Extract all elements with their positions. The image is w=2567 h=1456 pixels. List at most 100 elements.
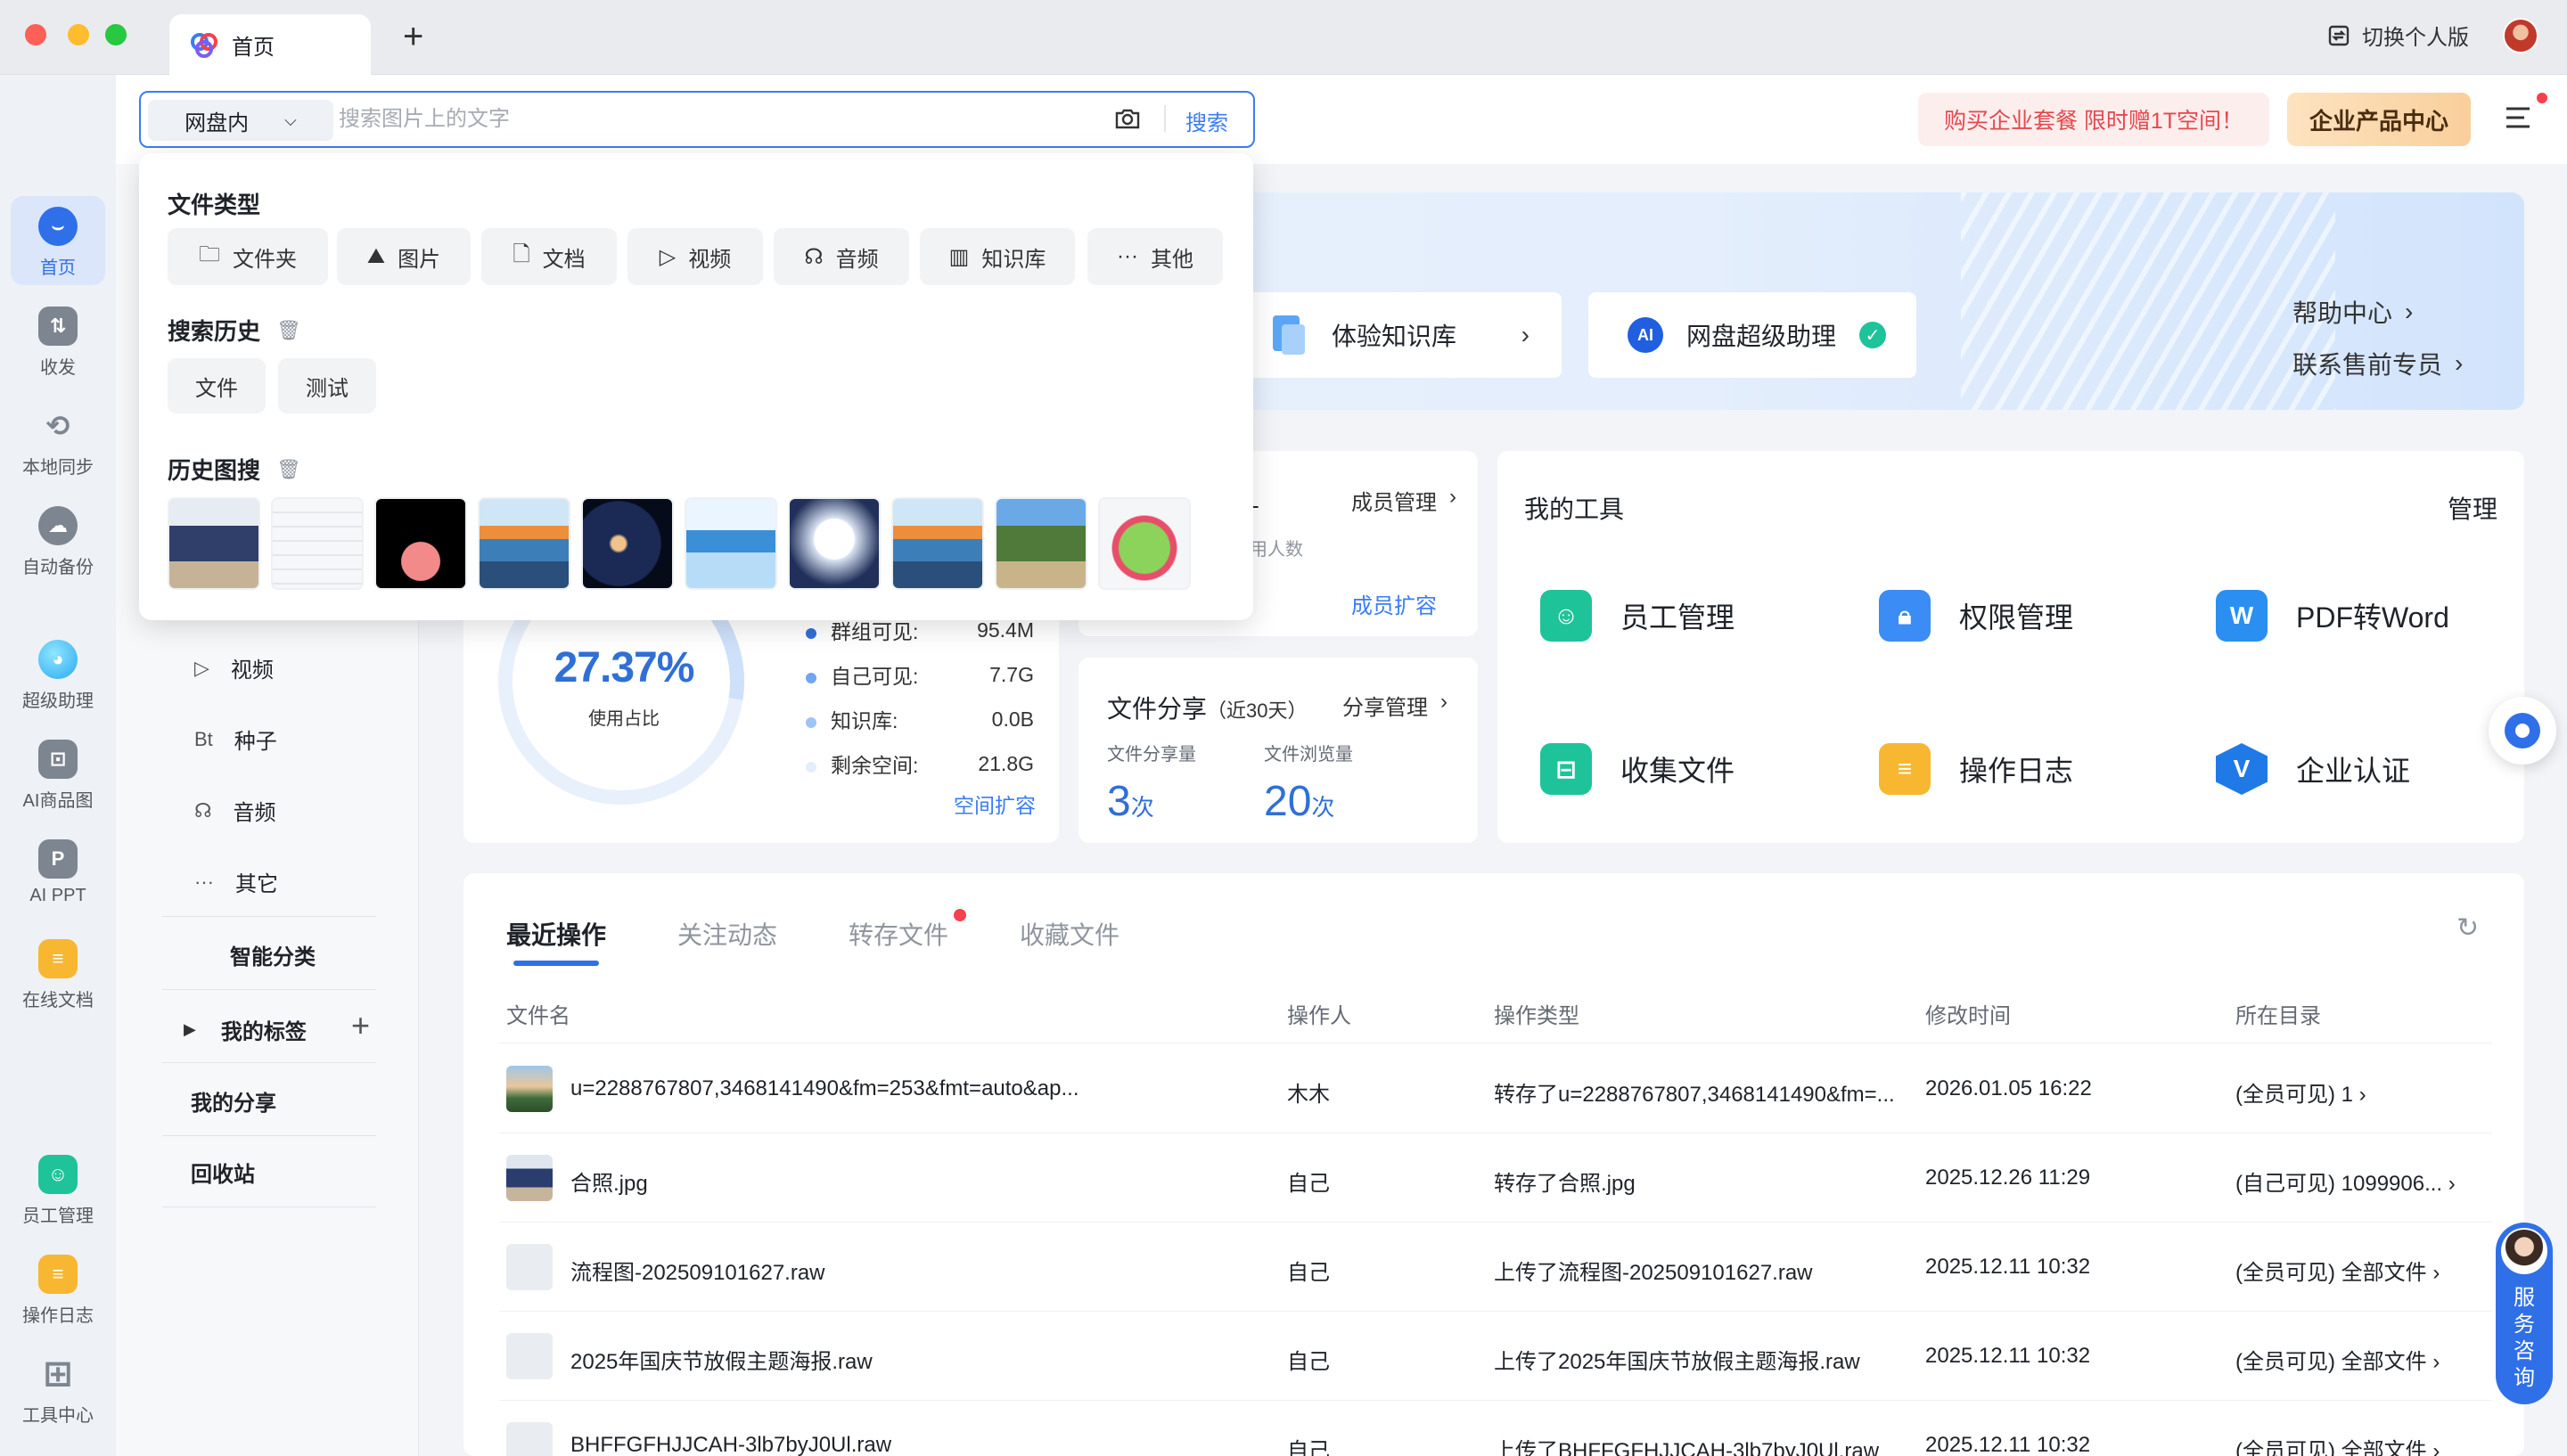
history-image-thumbnail[interactable] bbox=[168, 497, 260, 590]
search-button[interactable]: 搜索 bbox=[1185, 105, 1228, 136]
history-chip[interactable]: 测试 bbox=[278, 358, 376, 413]
unit: 次 bbox=[1311, 794, 1335, 821]
knowledge-base-card[interactable]: 体验知识库 › bbox=[1212, 292, 1562, 378]
filter-image[interactable]: ⛰︎ 图片 bbox=[337, 228, 471, 285]
rail-item-auto-backup[interactable]: ☁ 自动备份 bbox=[0, 506, 116, 578]
legend-dot bbox=[806, 628, 816, 639]
tab-saved-files[interactable]: 转存文件 bbox=[849, 916, 948, 952]
directory-link[interactable]: (自己可见) 1099906... › bbox=[2235, 1166, 2485, 1197]
contact-sales-link[interactable]: 联系售前专员 › bbox=[2292, 346, 2463, 381]
rail-item-local-sync[interactable]: ⟲ 本地同步 bbox=[0, 406, 116, 479]
history-image-thumbnail[interactable] bbox=[1098, 497, 1191, 590]
directory-link[interactable]: (全员可见) 全部文件 › bbox=[2235, 1344, 2485, 1375]
directory-link[interactable]: (全员可见) 全部文件 › bbox=[2235, 1433, 2485, 1456]
rail-item-home[interactable]: ⌣ 首页 bbox=[0, 207, 116, 279]
rail-label: 收发 bbox=[40, 358, 76, 378]
service-consult-button[interactable]: 服务咨询 bbox=[2496, 1223, 2553, 1404]
rail-item-staff[interactable]: ☺ 员工管理 bbox=[0, 1155, 116, 1227]
sidebar-item-other[interactable]: ··· 其它 bbox=[194, 866, 278, 897]
unread-dot bbox=[954, 909, 966, 921]
super-assistant-card[interactable]: AI 网盘超级助理 ✓ bbox=[1588, 292, 1916, 378]
member-manage-link[interactable]: 成员管理 › bbox=[1351, 485, 1456, 516]
filter-knowledge-base[interactable]: ▥ 知识库 bbox=[920, 228, 1075, 285]
filter-folder[interactable]: 🗀︎ 文件夹 bbox=[168, 228, 328, 285]
staff-icon: ☺ bbox=[38, 1155, 78, 1194]
floating-assistant-button[interactable] bbox=[2489, 697, 2556, 765]
rail-item-ai-product-image[interactable]: ⊡ AI商品图 bbox=[0, 740, 116, 812]
tool-collect-files[interactable]: ⊟ 收集文件 bbox=[1540, 743, 1735, 795]
rail-item-transfer[interactable]: ⇅ 收发 bbox=[0, 307, 116, 379]
camera-icon[interactable] bbox=[1114, 107, 1141, 130]
history-image-thumbnail[interactable] bbox=[891, 497, 984, 590]
share-manage-link[interactable]: 分享管理 › bbox=[1342, 690, 1448, 721]
help-center-link[interactable]: 帮助中心 › bbox=[2292, 294, 2413, 330]
modified-time: 2025.12.26 11:29 bbox=[1925, 1166, 2091, 1190]
rail-item-tool-center[interactable]: ⊞ 工具中心 bbox=[0, 1354, 116, 1427]
document-icon: 🗋︎ bbox=[513, 241, 530, 266]
file-name[interactable]: BHFFGFHJJCAH-3lb7byJ0Ul.raw bbox=[570, 1433, 1248, 1456]
rail-item-log[interactable]: ≡ 操作日志 bbox=[0, 1255, 116, 1327]
tool-enterprise-auth[interactable]: V 企业认证 bbox=[2216, 743, 2410, 795]
filter-audio[interactable]: ☊ 音频 bbox=[774, 228, 909, 285]
sidebar-smart-category[interactable]: 智能分类 bbox=[230, 939, 316, 970]
tab-home[interactable]: 首页 bbox=[169, 14, 371, 75]
minimize-window-button[interactable] bbox=[68, 24, 89, 45]
tab-follow-updates[interactable]: 关注动态 bbox=[677, 916, 777, 952]
trash-icon[interactable]: 🗑︎ bbox=[276, 319, 301, 342]
sidebar-recycle-bin[interactable]: 回收站 bbox=[191, 1157, 255, 1188]
member-expand-link[interactable]: 成员扩容 bbox=[1351, 588, 1437, 619]
sidebar-item-audio[interactable]: ☊ 音频 bbox=[194, 795, 276, 826]
history-image-thumbnail[interactable] bbox=[374, 497, 467, 590]
tool-staff-management[interactable]: ☺ 员工管理 bbox=[1540, 590, 1735, 642]
expand-space-link[interactable]: 空间扩容 bbox=[954, 789, 1036, 819]
user-avatar[interactable] bbox=[2503, 18, 2538, 53]
history-image-thumbnail[interactable] bbox=[581, 497, 674, 590]
file-name[interactable]: 合照.jpg bbox=[570, 1166, 1248, 1197]
rail-item-ai-ppt[interactable]: P AI PPT bbox=[0, 839, 116, 906]
trash-icon[interactable]: 🗑︎ bbox=[276, 458, 301, 481]
history-image-thumbnail[interactable] bbox=[685, 497, 777, 590]
chevron-right-icon: › bbox=[1521, 321, 1530, 348]
maximize-window-button[interactable] bbox=[105, 24, 127, 45]
shopping-bag-icon: ⊡ bbox=[38, 740, 78, 779]
directory-link[interactable]: (全员可见) 1 › bbox=[2235, 1076, 2485, 1108]
sidebar-my-share[interactable]: 我的分享 bbox=[191, 1085, 276, 1117]
close-window-button[interactable] bbox=[25, 24, 46, 45]
promo-banner[interactable]: 购买企业套餐 限时赠1T空间！ bbox=[1918, 93, 2269, 146]
directory-link[interactable]: (全员可见) 全部文件 › bbox=[2235, 1255, 2485, 1286]
rail-item-online-doc[interactable]: ≡ 在线文档 bbox=[0, 939, 116, 1011]
sidebar-item-video[interactable]: ▷ 视频 bbox=[194, 652, 274, 683]
history-chip[interactable]: 文件 bbox=[168, 358, 266, 413]
tool-operation-log[interactable]: ≡ 操作日志 bbox=[1879, 743, 2073, 795]
action-type: 上传了流程图-202509101627.raw bbox=[1494, 1261, 1813, 1285]
tab-favorite-files[interactable]: 收藏文件 bbox=[1020, 916, 1119, 952]
add-tag-button[interactable]: + bbox=[351, 1007, 370, 1044]
share-count-label: 文件分享量 bbox=[1107, 745, 1196, 765]
sidebar-my-tags[interactable]: ▶ 我的标签 bbox=[184, 1014, 307, 1045]
history-image-thumbnail[interactable] bbox=[788, 497, 881, 590]
switch-personal-button[interactable]: 切换个人版 bbox=[2326, 20, 2469, 51]
legend-value: 7.7G bbox=[989, 662, 1034, 686]
search-input[interactable] bbox=[339, 96, 1087, 143]
sidebar-item-torrent[interactable]: Bt 种子 bbox=[194, 724, 277, 755]
history-image-thumbnail[interactable] bbox=[271, 497, 364, 590]
new-tab-button[interactable]: + bbox=[403, 16, 423, 57]
tools-manage-button[interactable]: 管理 bbox=[2448, 490, 2497, 526]
filter-document[interactable]: 🗋︎ 文档 bbox=[481, 228, 617, 285]
tab-recent-operations[interactable]: 最近操作 bbox=[506, 916, 606, 952]
file-name[interactable]: 2025年国庆节放假主题海报.raw bbox=[570, 1344, 1248, 1375]
enterprise-center-button[interactable]: 企业产品中心 bbox=[2287, 93, 2471, 146]
tool-permission-management[interactable]: 🔒︎ 权限管理 bbox=[1879, 590, 2073, 642]
filter-other[interactable]: ··· 其他 bbox=[1087, 228, 1223, 285]
file-name[interactable]: 流程图-202509101627.raw bbox=[570, 1255, 1248, 1286]
rail-item-super-assistant[interactable]: ◕ 超级助理 bbox=[0, 640, 116, 712]
file-name[interactable]: u=2288767807,3468141490&fm=253&fmt=auto&… bbox=[570, 1076, 1248, 1101]
menu-icon[interactable] bbox=[2505, 105, 2531, 130]
filter-video[interactable]: ▷ 视频 bbox=[627, 228, 763, 285]
history-image-thumbnail[interactable] bbox=[995, 497, 1087, 590]
refresh-icon[interactable]: ↻ bbox=[2456, 912, 2479, 944]
tool-pdf-to-word[interactable]: W PDF转Word bbox=[2216, 590, 2449, 642]
action-type: 转存了u=2288767807,3468141490&fm=... bbox=[1494, 1083, 1895, 1107]
history-image-thumbnail[interactable] bbox=[478, 497, 570, 590]
search-scope-select[interactable]: 网盘内 ⌵ bbox=[148, 100, 333, 141]
